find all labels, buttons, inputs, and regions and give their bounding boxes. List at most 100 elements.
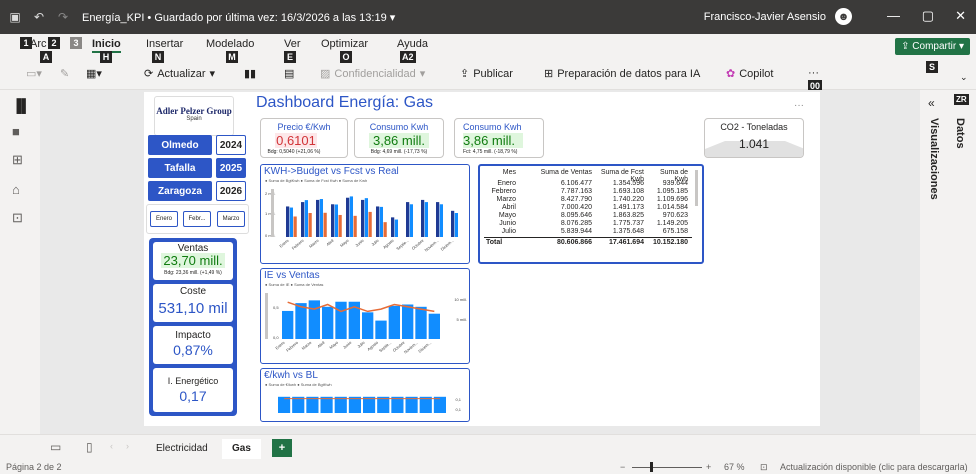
year-2025-button[interactable]: 2025 [216,158,246,178]
publish-icon: ⇪ [460,68,470,80]
ventas-sub: Bdg: 23,36 mill. (+1,49 %) [164,270,222,276]
keytip-zr: ZR [954,94,969,105]
zoom-in-icon[interactable]: + [706,462,711,472]
visualizations-tab[interactable]: Visualizaciones [928,118,940,200]
save-icon[interactable]: ▣ [6,9,24,25]
x-tick-label: Enero [278,237,290,248]
ribbon-expand-icon[interactable]: ⌄ [960,72,968,83]
bar [293,216,297,237]
bar [346,197,350,237]
zoom-slider[interactable] [632,467,702,468]
month-marzo-button[interactable]: Marzo [217,211,245,227]
x-tick-label: Septie... [395,238,409,251]
document-title[interactable]: Energía_KPI • Guardado por última vez: 1… [82,11,395,24]
add-page-button[interactable]: + [272,439,292,457]
copilot-button[interactable]: ✿ Copilot [726,67,773,81]
x-tick-label: Noviem... [423,238,439,253]
more-button[interactable]: ··· [808,67,819,79]
year-2026-button[interactable]: 2026 [216,181,246,201]
x-tick-label: Abril [316,340,325,349]
visual-icon[interactable]: ▮▮ [244,67,256,80]
zoom-slider-thumb[interactable] [650,462,653,472]
bar [451,210,455,237]
publish-button[interactable]: ⇪ Publicar [460,67,513,81]
plant-zaragoza-button[interactable]: Zaragoza [148,181,212,201]
tab-inicio[interactable]: Inicio [92,38,121,53]
kpi-consumo-title: Consumo Kwh [369,122,429,132]
calculator-icon[interactable]: ▤ [284,67,294,80]
month-table[interactable]: Mes Suma de Ventas Suma de Fcst Kwh Suma de… [478,164,704,264]
plant-olmedo-button[interactable]: Olmedo [148,135,212,155]
tab-file[interactable]: Arc [30,38,47,50]
report-view-icon[interactable]: ▐▌ [12,98,30,113]
bar [419,396,432,413]
coste-value: 531,10 mil [158,300,228,317]
tab-ayuda[interactable]: Ayuda [397,38,428,50]
bar [436,202,440,237]
dax-query-icon[interactable]: ⌂ [12,182,20,197]
table-row: Julio 5.839.944 1.375.648 675.158 [480,228,690,236]
next-page-icon[interactable]: › [126,441,129,451]
chart-eur-kwh[interactable]: €/kwh vs BL ● Suma de €/kwh ● Suma de Bg… [260,368,470,422]
table-cell: 80.606.866 [556,239,592,246]
close-icon[interactable]: ✕ [955,8,966,24]
table-cell: 1.014.584 [656,204,688,211]
table-scrollbar[interactable] [695,170,698,206]
bar [406,202,410,237]
month-febrero-button[interactable]: Febr... [183,211,211,227]
undo-icon[interactable]: ↶ [30,9,48,25]
maximize-icon[interactable]: ▢ [922,8,934,24]
x-tick-label: Abril [325,238,334,247]
zoom-out-icon[interactable]: − [620,462,625,472]
refresh-button[interactable]: ⟳ Actualizar ▾ [144,67,215,81]
update-notice[interactable]: Actualización disponible (clic para desc… [780,462,968,472]
prep-ai-icon: ⊞ [544,68,554,80]
bar [402,304,414,339]
data-icon[interactable]: ▦▾ [86,67,102,80]
bar [428,313,440,339]
fit-page-icon[interactable]: ⊡ [760,462,768,473]
table-view-icon[interactable]: ■ [12,124,20,139]
y2-tick-label: 10 mill. [454,297,467,302]
desktop-layout-icon[interactable]: ▭ [50,440,61,454]
paste-icon[interactable]: ▭▾ [26,67,42,80]
page-tab-electricidad[interactable]: Electricidad [146,439,218,459]
more-options-icon[interactable]: ··· [794,100,804,111]
prev-page-icon[interactable]: ‹ [110,441,113,451]
tab-optimizar[interactable]: Optimizar [321,38,368,50]
tmdl-view-icon[interactable]: ⊡ [12,210,23,226]
tab-insertar[interactable]: Insertar [146,38,183,50]
page-tab-gas[interactable]: Gas [222,439,261,459]
bar [364,198,368,237]
share-button[interactable]: ⇪ Compartir ▾ [895,38,970,55]
model-view-icon[interactable]: ⊞ [12,152,23,168]
user-name[interactable]: Francisco-Javier Asensio [704,11,826,23]
title-bar: ▣ ↶ ↷ Energía_KPI • Guardado por última … [0,0,976,34]
chart-kwh[interactable]: KWH->Budget vs Fcst vs Real ● Suma de Bg… [260,164,470,264]
tab-ver[interactable]: Ver [284,38,301,50]
month-enero-button[interactable]: Enero [150,211,178,227]
table-cell: Suma de Ventas [540,169,592,176]
redo-icon[interactable]: ↷ [54,9,72,25]
bar [391,217,395,237]
table-cell: 1.375.648 [612,228,644,235]
coste-label: Coste [179,286,207,297]
chart-ie-ventas[interactable]: IE vs Ventas ● Suma de IE ● Suma de Vent… [260,268,470,364]
data-tab[interactable]: Datos [954,118,966,149]
sensitivity-button[interactable]: ▨ Confidencialidad ▾ [320,67,425,81]
publish-label: Publicar [473,67,513,80]
x-tick-label: Marzo [301,339,313,350]
mobile-layout-icon[interactable]: ▯ [86,440,93,454]
avatar[interactable]: ☻ [835,8,852,25]
prep-ai-label: Preparación de datos para IA [557,67,701,80]
keytip-file: A [40,51,52,63]
format-painter-icon[interactable]: ✎ [60,67,69,80]
minimize-icon[interactable]: — [887,8,900,23]
bar [331,204,335,237]
collapse-pane-icon[interactable]: « [928,96,935,110]
prep-ai-button[interactable]: ⊞ Preparación de datos para IA [544,67,701,81]
bar [415,306,427,339]
tab-modelado[interactable]: Modelado [206,38,254,50]
table-cell: 8.076.285 [560,220,592,227]
plant-tafalla-button[interactable]: Tafalla [148,158,212,178]
